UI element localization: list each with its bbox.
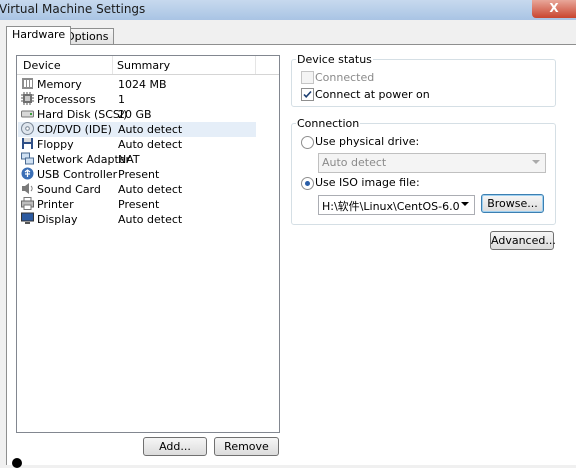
device-summary: Auto detect: [118, 138, 183, 151]
device-summary: Auto detect: [118, 213, 183, 226]
physical-drive-select[interactable]: Auto detect: [318, 153, 546, 173]
device-name: Floppy: [37, 138, 74, 151]
tab-hardware[interactable]: Hardware: [6, 26, 72, 45]
use-iso-image-label: Use ISO image file:: [315, 176, 420, 189]
use-physical-drive-label: Use physical drive:: [315, 135, 420, 148]
browse-button[interactable]: Browse...: [481, 194, 544, 213]
device-row-sound-card[interactable]: Sound Card Auto detect: [18, 182, 256, 197]
floppy-icon: [22, 138, 33, 149]
connected-checkbox[interactable]: [301, 71, 314, 84]
device-name: Display: [37, 213, 78, 226]
column-header-summary[interactable]: Summary: [117, 59, 170, 72]
window-corner-artifact: [12, 458, 22, 468]
device-name: Hard Disk (SCSI): [37, 108, 128, 121]
device-name: CD/DVD (IDE): [37, 123, 112, 136]
advanced-button[interactable]: Advanced...: [490, 231, 556, 250]
device-summary: 20 GB: [118, 108, 152, 121]
sound-card-icon: [22, 183, 33, 194]
physical-drive-value: Auto detect: [322, 156, 387, 169]
cd-dvd-icon: [21, 122, 34, 135]
hard-disk-icon: [21, 110, 34, 118]
checkmark-icon: [303, 90, 312, 98]
device-name: Printer: [37, 198, 74, 211]
device-name: Processors: [37, 93, 96, 106]
device-status-title: Device status: [296, 53, 373, 66]
processor-icon: [21, 92, 34, 105]
device-name: USB Controller: [37, 168, 118, 181]
device-summary: Auto detect: [118, 183, 183, 196]
device-summary: 1024 MB: [118, 78, 167, 91]
device-summary: Auto detect: [118, 123, 183, 136]
device-name: Memory: [37, 78, 82, 91]
title-bar: Virtual Machine Settings X: [0, 0, 576, 20]
close-button[interactable]: X: [532, 0, 576, 18]
device-list-header: Device Summary: [17, 56, 279, 75]
connected-label: Connected: [315, 71, 375, 84]
device-row-printer[interactable]: Printer Present: [18, 197, 256, 212]
device-summary: 1: [118, 93, 125, 106]
connection-title: Connection: [296, 117, 361, 130]
device-name: Sound Card: [37, 183, 101, 196]
device-summary: Present: [118, 198, 160, 211]
use-physical-drive-radio[interactable]: [301, 136, 314, 149]
add-button[interactable]: Add...: [143, 437, 207, 456]
radio-selected-dot: [305, 181, 310, 186]
network-adapter-icon: [21, 152, 34, 165]
printer-icon: [21, 197, 34, 210]
iso-image-path-combo[interactable]: H:\软件\Linux\CentOS-6.0-i386: [318, 195, 475, 215]
column-header-device[interactable]: Device: [23, 59, 61, 72]
iso-image-path-value: H:\软件\Linux\CentOS-6.0-i386: [322, 200, 459, 213]
display-icon: [21, 212, 34, 224]
device-summary: NAT: [118, 153, 140, 166]
device-row-floppy[interactable]: Floppy Auto detect: [18, 137, 256, 152]
device-row-processors[interactable]: Processors 1: [18, 92, 256, 107]
window-title: Virtual Machine Settings: [0, 2, 146, 16]
connect-at-power-on-label: Connect at power on: [315, 88, 430, 101]
device-list[interactable]: Device Summary Memory 1024 MB Processors…: [16, 55, 280, 433]
device-row-network-adapter[interactable]: Network Adapter NAT: [18, 152, 256, 167]
chevron-down-icon: [461, 202, 469, 206]
chevron-down-icon: [532, 160, 540, 164]
device-row-cd-dvd[interactable]: CD/DVD (IDE) Auto detect: [18, 122, 256, 137]
device-row-memory[interactable]: Memory 1024 MB: [18, 77, 256, 92]
device-row-display[interactable]: Display Auto detect: [18, 212, 256, 227]
device-row-usb-controller[interactable]: USB Controller Present: [18, 167, 256, 182]
connect-at-power-on-checkbox[interactable]: [301, 88, 314, 101]
use-iso-image-radio[interactable]: [301, 177, 314, 190]
remove-button[interactable]: Remove: [214, 437, 279, 456]
device-name: Network Adapter: [37, 153, 131, 166]
device-row-hard-disk[interactable]: Hard Disk (SCSI) 20 GB: [18, 107, 256, 122]
usb-icon: [21, 167, 34, 180]
device-summary: Present: [118, 168, 160, 181]
memory-icon: [22, 78, 33, 89]
